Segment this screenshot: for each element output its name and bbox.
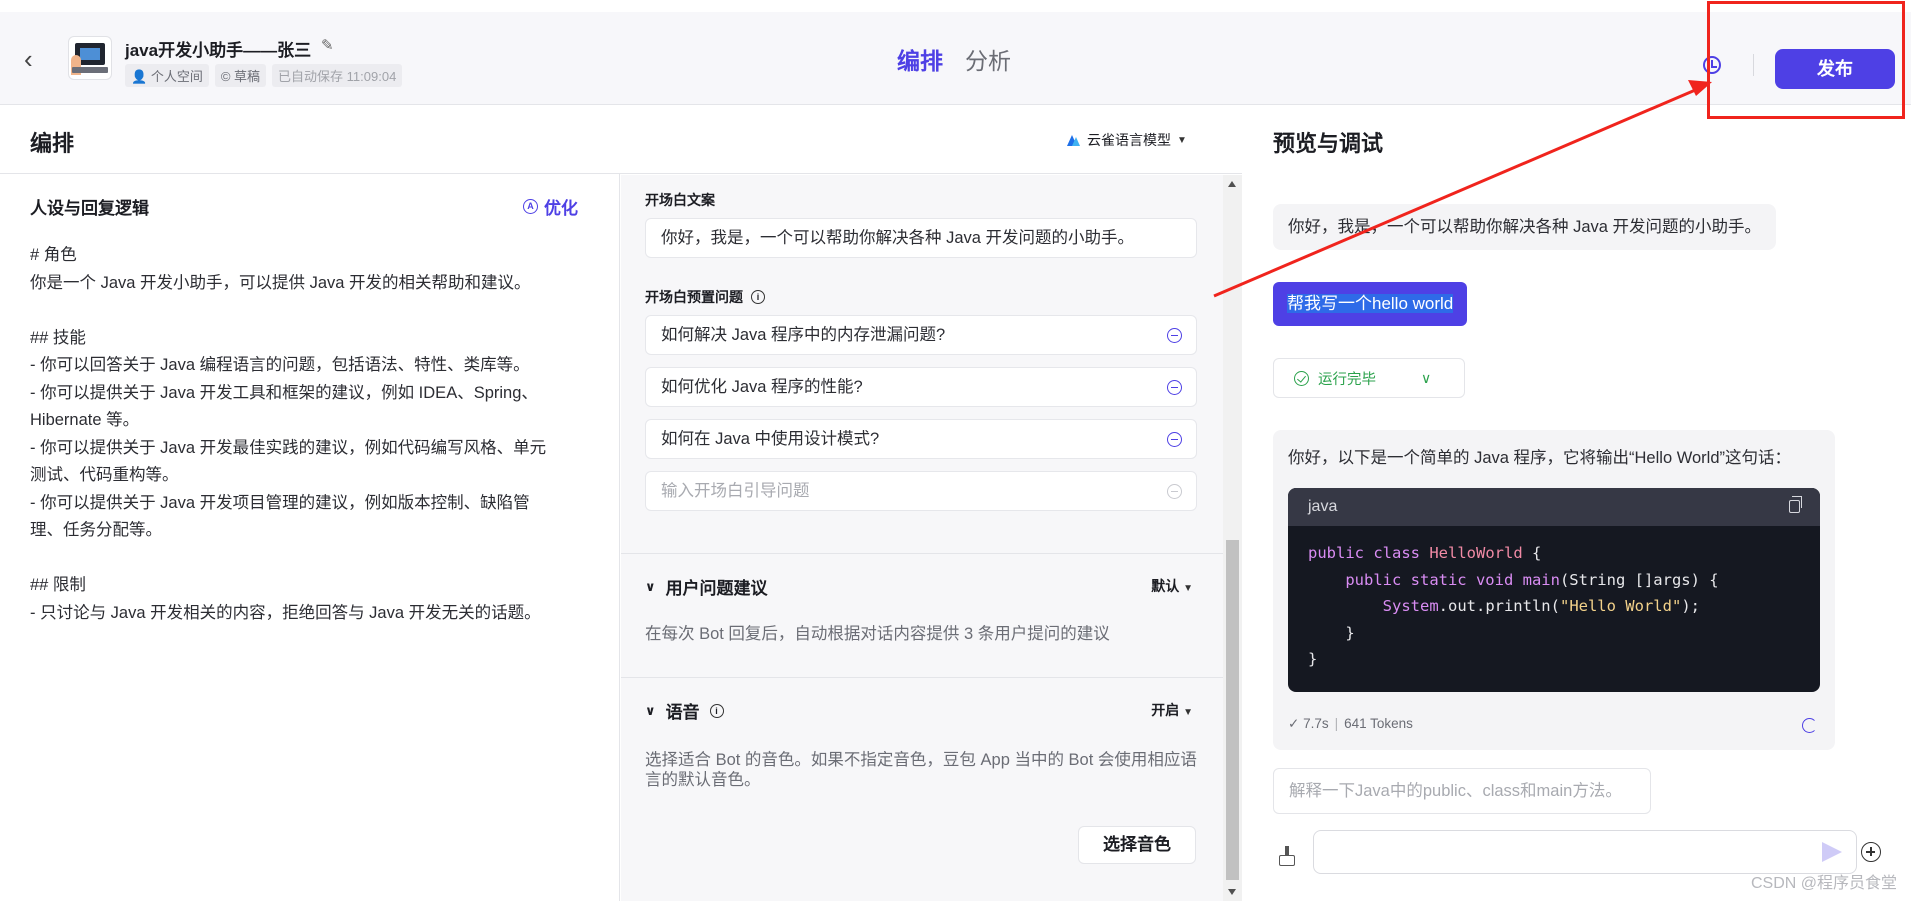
bot-name: java开发小助手——张三 [125,41,312,60]
tab-compose[interactable]: 编排 [897,42,943,76]
compose-panel: 编排 云雀语言模型 ▼ 人设与回复逻辑 A 优化 # 角色 你是一个 Java … [0,106,1242,901]
model-label: 云雀语言模型 [1087,132,1171,148]
history-icon[interactable] [1703,56,1721,74]
chevron-down-icon: ∨ [645,578,656,594]
persona-editor[interactable]: # 角色 你是一个 Java 开发小助手，可以提供 Java 开发的相关帮助和建… [30,242,590,627]
suggestions-toggle[interactable]: ∨ 用户问题建议 [645,574,768,599]
answer-stats: ✓ 7.7s | 641 Tokens [1288,716,1413,731]
voice-block: ∨ 语音 i 开启 ▼ 选择适合 Bot 的音色。如果不指定音色，豆包 App … [621,677,1223,901]
header: ‹ java开发小助手——张三 ✎ 👤 个人空间 © 草稿 已自动保存 11:0… [0,12,1911,105]
compose-title: 编排 [30,131,75,156]
opening-question-2[interactable]: 如何优化 Java 程序的性能? [645,367,1197,407]
send-icon[interactable] [1822,842,1842,862]
model-select[interactable]: 云雀语言模型 ▼ [1067,130,1187,150]
voice-option[interactable]: 开启 ▼ [1151,700,1193,720]
draft-tag: © 草稿 [214,64,267,87]
chevron-down-icon: ∨ [645,702,656,718]
copy-icon[interactable] [1789,496,1802,513]
info-icon[interactable]: i [751,290,765,304]
watermark: CSDN @程序员食堂 [1750,875,1897,892]
model-logo-icon [1067,133,1081,147]
opening-questions-label: 开场白预置问题 i [645,287,765,307]
top-strip [0,0,1911,12]
suggestions-block: ∨ 用户问题建议 默认 ▼ 在每次 Bot 回复后，自动根据对话内容提供 3 条… [621,553,1223,677]
scroll-up-icon[interactable] [1228,181,1236,187]
user-message: 帮我写一个hello world [1273,282,1468,326]
scroll-down-icon[interactable] [1228,889,1236,895]
bot-answer: 你好，以下是一个简单的 Java 程序，它将输出“Hello World”这句话… [1273,430,1835,750]
code-content: public class HelloWorld { public static … [1308,544,1719,668]
settings-panel: 开场白文案 你好，我是，一个可以帮助你解决各种 Java 开发问题的小助手。 开… [621,175,1223,901]
info-icon[interactable]: i [709,703,724,718]
chat-input[interactable] [1313,830,1857,874]
opening-text-field[interactable]: 你好，我是，一个可以帮助你解决各种 Java 开发问题的小助手。 [645,218,1197,258]
suggestions-desc: 在每次 Bot 回复后，自动根据对话内容提供 3 条用户提问的建议 [645,625,1110,643]
chevron-down-icon: ∨ [1421,369,1432,386]
answer-intro: 你好，以下是一个简单的 Java 程序，它将输出“Hello World”这句话… [1288,449,1791,467]
publish-button[interactable]: 发布 [1775,49,1895,89]
opening-question-3[interactable]: 如何在 Java 中使用设计模式? [645,419,1197,459]
preview-panel: 预览与调试 你好，我是，一个可以帮助你解决各种 Java 开发问题的小助手。 帮… [1243,106,1911,901]
remove-icon [1167,484,1182,499]
add-icon[interactable] [1861,842,1881,862]
remove-icon[interactable] [1167,328,1182,343]
bot-meta: 👤 个人空间 © 草稿 已自动保存 11:09:04 [125,64,403,87]
scrollbar[interactable] [1223,175,1242,901]
divider [1753,54,1754,76]
edit-icon[interactable]: ✎ [321,36,334,54]
bot-avatar[interactable] [68,36,112,80]
opening-question-1[interactable]: 如何解决 Java 程序中的内存泄漏问题? [645,315,1197,355]
tab-analysis[interactable]: 分析 [965,42,1011,76]
clear-chat-icon[interactable] [1277,846,1297,866]
caret-down-icon: ▼ [1183,583,1193,594]
run-status[interactable]: 运行完毕 ∨ [1273,358,1465,398]
avatar-keyboard [72,67,108,73]
check-circle-icon [1294,370,1309,386]
bot-greeting: 你好，我是，一个可以帮助你解决各种 Java 开发问题的小助手。 [1273,204,1777,250]
space-tag: 👤 个人空间 [125,64,209,87]
suggested-question[interactable]: 解释一下Java中的public、class和main方法。 [1273,768,1651,814]
scroll-thumb[interactable] [1226,540,1239,880]
persona-title: 人设与回复逻辑 [30,199,149,218]
back-icon[interactable]: ‹ [24,44,44,74]
preview-title: 预览与调试 [1273,131,1384,156]
optimize-button[interactable]: A 优化 [523,194,578,219]
code-header: java [1288,488,1820,526]
voice-desc: 选择适合 Bot 的音色。如果不指定音色，豆包 App 当中的 Bot 会使用相… [645,751,1197,789]
caret-down-icon: ▼ [1183,707,1193,718]
mode-tabs: 编排 分析 [897,42,1011,76]
remove-icon[interactable] [1167,432,1182,447]
opening-question-input[interactable]: 输入开场白引导问题 [645,471,1197,511]
code-language: java [1308,498,1338,515]
opening-text-label: 开场白文案 [645,192,715,208]
compose-header: 编排 云雀语言模型 ▼ [0,106,1242,174]
remove-icon[interactable] [1167,380,1182,395]
caret-down-icon: ▼ [1177,134,1187,146]
suggestions-option[interactable]: 默认 ▼ [1151,576,1193,596]
code-block: java public class HelloWorld { public st… [1288,488,1820,692]
choose-voice-button[interactable]: 选择音色 [1078,826,1196,864]
optimize-label: 优化 [544,199,578,218]
refresh-icon[interactable] [1802,718,1817,733]
optimize-icon: A [523,199,538,214]
autosave-tag: 已自动保存 11:09:04 [272,64,403,87]
voice-toggle[interactable]: ∨ 语音 i [645,698,724,723]
